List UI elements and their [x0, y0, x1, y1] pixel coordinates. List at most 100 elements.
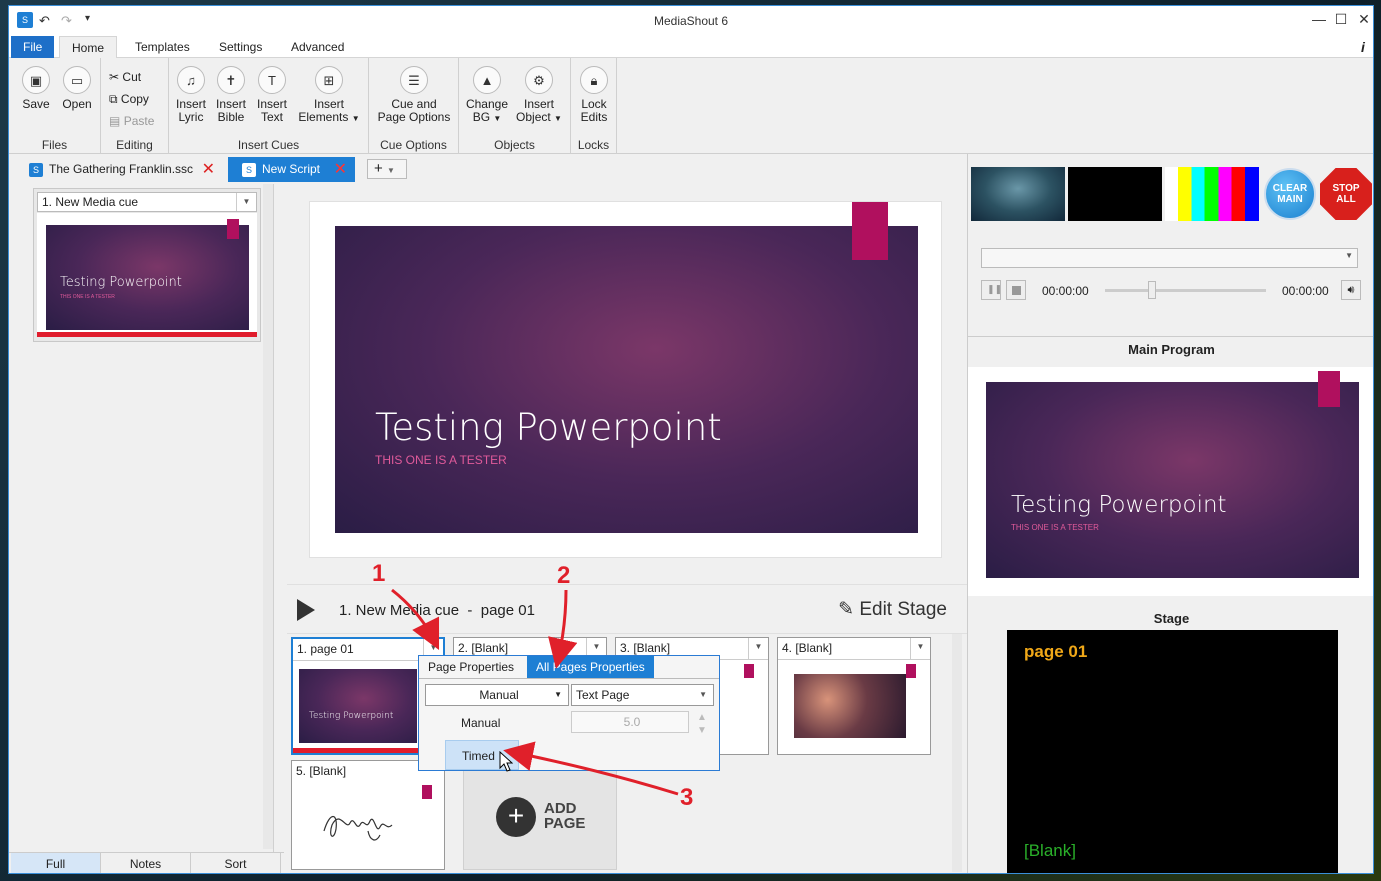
maximize-icon[interactable]: ☐ — [1331, 11, 1351, 28]
ribbon-group-editing: ✂ Cut ⧉ Copy ▤ Paste Editing — [101, 58, 169, 154]
insert-elements-button[interactable]: ⊞ Insert Elements ▼ — [294, 66, 364, 125]
background-thumbnail-color-bars[interactable] — [1165, 167, 1259, 221]
dropdown-arrow-icon: ▼ — [554, 690, 562, 699]
save-button[interactable]: ▣ Save — [19, 66, 53, 111]
tab-full[interactable]: Full — [11, 853, 101, 873]
clear-main-button[interactable]: CLEAR MAIN — [1264, 168, 1316, 220]
cue-card[interactable]: 1. New Media cue ▼ Testing Powerpoint TH… — [33, 188, 261, 342]
change-bg-button[interactable]: ▲ Change BG ▼ — [465, 66, 509, 125]
background-thumbnail-black[interactable] — [1068, 167, 1162, 221]
tab-all-pages-properties[interactable]: All Pages Properties — [527, 656, 654, 678]
play-icon[interactable] — [297, 599, 315, 621]
stop-button[interactable] — [1006, 280, 1026, 300]
open-button[interactable]: ▭ Open — [59, 66, 95, 111]
ribbon-group-label: Cue Options — [380, 138, 447, 152]
ribbon-group-label: Insert Cues — [237, 138, 300, 152]
annotation-number-2: 2 — [557, 562, 571, 589]
page-marker — [906, 664, 916, 678]
ribbon-group-label: Locks — [577, 138, 610, 152]
menu-bar: File Home Templates Settings Advanced i — [9, 36, 1373, 59]
preview-slide: Testing Powerpoint THIS ONE IS A TESTER — [335, 226, 918, 533]
cut-button[interactable]: ✂ Cut — [109, 70, 141, 84]
slide-marker — [227, 219, 239, 239]
dropdown-arrow-icon[interactable]: ▼ — [910, 638, 930, 659]
menu-tab-home[interactable]: Home — [59, 36, 118, 59]
document-tabs: S The Gathering Franklin.ssc ✕ S New Scr… — [9, 154, 967, 184]
close-icon[interactable]: ✕ — [1354, 11, 1373, 28]
stage-preview: page 01 [Blank] — [1007, 630, 1338, 873]
insert-bible-button[interactable]: ✝ Insert Bible — [213, 66, 249, 124]
cue-list-sidebar: 1. New Media cue ▼ Testing Powerpoint TH… — [9, 184, 274, 854]
cue-and-page-options-button[interactable]: ☰ Cue and Page Options — [373, 66, 455, 124]
text-icon: T — [258, 66, 286, 94]
annotation-number-3: 3 — [680, 784, 694, 811]
page-marker — [744, 664, 754, 678]
cue-title: 1. New Media cue ▼ — [37, 192, 257, 212]
background-thumbnail-clouds[interactable] — [971, 167, 1065, 221]
tab-sort[interactable]: Sort — [191, 853, 281, 873]
menu-tab-settings[interactable]: Settings — [207, 36, 274, 58]
cross-icon: ✝ — [217, 66, 245, 94]
media-progress-track[interactable] — [1105, 289, 1266, 292]
option-manual[interactable]: Manual — [425, 708, 565, 738]
page-card-5[interactable]: 5. [Blank] — [291, 760, 445, 870]
stage-page-title: page 01 — [1024, 642, 1088, 661]
insert-object-button[interactable]: ⚙ Insert Object ▼ — [513, 66, 565, 125]
time-total: 00:00:00 — [1282, 284, 1329, 298]
tab-the-gathering-franklin[interactable]: S The Gathering Franklin.ssc ✕ — [15, 157, 223, 182]
sidebar-scrollbar[interactable] — [263, 184, 273, 849]
slide-preview: Testing Powerpoint THIS ONE IS A TESTER — [309, 201, 942, 558]
dropdown-arrow-icon: ▼ — [493, 114, 502, 123]
dropdown-arrow-icon: ▼ — [386, 166, 395, 175]
duration-input[interactable]: 5.0 — [571, 711, 689, 733]
dropdown-arrow-icon[interactable]: ▼ — [748, 638, 768, 659]
edit-stage-button[interactable]: ✎ Edit Stage — [838, 598, 947, 621]
tab-notes[interactable]: Notes — [101, 853, 191, 873]
playback-row: 1. New Media cue - page 01 ✎ Edit Stage — [287, 584, 967, 634]
duration-stepper[interactable]: ▲ ▼ — [691, 711, 713, 739]
add-page-button[interactable]: + ADD PAGE — [463, 760, 617, 870]
media-progress-thumb[interactable] — [1148, 281, 1156, 299]
bokeh-thumbnail — [794, 674, 906, 738]
page-type-select[interactable]: Text Page ▼ — [571, 684, 714, 706]
main-program-preview: Testing Powerpoint THIS ONE IS A TESTER — [968, 367, 1373, 596]
close-tab-icon[interactable]: ✕ — [334, 157, 347, 182]
menu-file[interactable]: File — [11, 36, 55, 58]
copy-button[interactable]: ⧉ Copy — [109, 92, 149, 107]
close-tab-icon[interactable]: ✕ — [202, 157, 215, 182]
minimize-icon[interactable]: — — [1309, 11, 1329, 27]
dropdown-arrow-icon: ▼ — [351, 114, 360, 123]
ribbon-group-locks: 🔒︎ Lock Edits Locks — [571, 58, 617, 154]
dropdown-arrow-icon[interactable]: ▼ — [236, 193, 256, 211]
ribbon-group-label: Editing — [116, 138, 153, 152]
pause-icon: ❚❚ — [987, 284, 1003, 294]
ribbon-group-cue-options: ☰ Cue and Page Options Cue Options — [369, 58, 459, 154]
tab-page-properties[interactable]: Page Properties — [419, 656, 523, 678]
current-page-title: 1. New Media cue - page 01 — [339, 602, 535, 619]
insert-lyric-button[interactable]: ♫ Insert Lyric — [173, 66, 209, 124]
sliders-icon: ☰ — [400, 66, 428, 94]
info-icon[interactable]: i — [1349, 36, 1373, 58]
page-card-4[interactable]: 4. [Blank] ▼ — [777, 637, 931, 755]
dropdown-arrow-icon: ▼ — [1345, 251, 1353, 260]
insert-text-button[interactable]: T Insert Text — [254, 66, 290, 124]
pages-scrollbar[interactable] — [952, 634, 962, 872]
copy-icon: ⧉ — [109, 92, 118, 106]
media-select[interactable]: ▼ — [981, 248, 1358, 268]
pause-button[interactable]: ❚❚ — [981, 280, 1003, 300]
stop-all-button[interactable]: STOP ALL — [1320, 168, 1372, 220]
pencil-icon: ✎ — [838, 599, 855, 620]
stage-label: Stage — [1153, 611, 1190, 626]
paste-button[interactable]: ▤ Paste — [109, 114, 154, 128]
menu-tab-advanced[interactable]: Advanced — [279, 36, 356, 58]
music-note-icon: ♫ — [177, 66, 205, 94]
menu-tab-templates[interactable]: Templates — [123, 36, 202, 58]
title-bar: S ↶ ↷ ▾ MediaShout 6 — ☐ ✕ — [9, 6, 1373, 36]
advance-mode-select[interactable]: Manual ▼ — [425, 684, 569, 706]
volume-icon[interactable]: 🔊︎ — [1341, 280, 1361, 300]
signature-image — [323, 815, 393, 841]
lock-edits-button[interactable]: 🔒︎ Lock Edits — [575, 66, 613, 124]
add-tab-button[interactable]: + ▼ — [367, 159, 407, 179]
tab-new-script[interactable]: S New Script ✕ — [228, 157, 355, 182]
save-icon: ▣ — [22, 66, 50, 94]
